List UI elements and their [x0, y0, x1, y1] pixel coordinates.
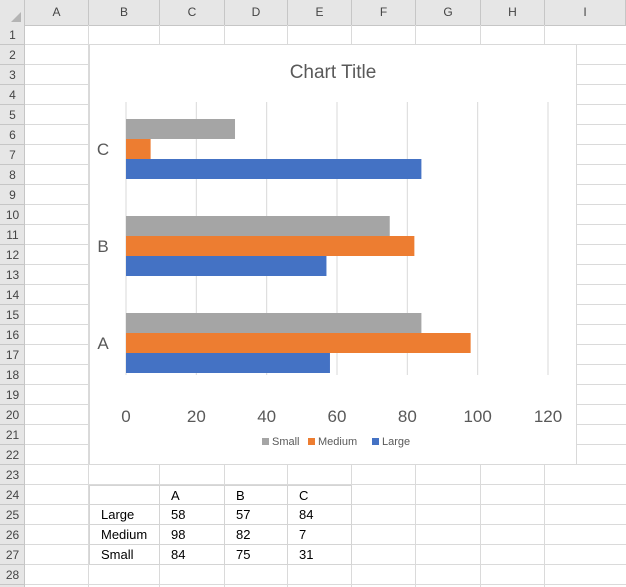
bar-large-c: [126, 159, 422, 179]
table-cell[interactable]: Large: [89, 505, 160, 525]
x-tick-label: 0: [121, 407, 130, 426]
row-header-5[interactable]: 5: [0, 105, 25, 125]
table-cell[interactable]: 75: [225, 545, 288, 565]
row-header-15[interactable]: 15: [0, 305, 25, 325]
row-header-11[interactable]: 11: [0, 225, 25, 245]
table-header-cell[interactable]: [89, 485, 160, 505]
x-tick-label: 20: [187, 407, 206, 426]
row-header-9[interactable]: 9: [0, 185, 25, 205]
row-header-22[interactable]: 22: [0, 445, 25, 465]
row-header-21[interactable]: 21: [0, 425, 25, 445]
row-header-19[interactable]: 19: [0, 385, 25, 405]
column-header-e[interactable]: E: [288, 0, 352, 25]
row-header-3[interactable]: 3: [0, 65, 25, 85]
bar-large-a: [126, 353, 330, 373]
category-label: A: [97, 334, 109, 353]
category-label: B: [97, 237, 108, 256]
table-cell[interactable]: 82: [225, 525, 288, 545]
row-header-6[interactable]: 6: [0, 125, 25, 145]
bar-medium-a: [126, 333, 471, 353]
column-header-b[interactable]: B: [89, 0, 160, 25]
table-cell[interactable]: 7: [288, 525, 352, 545]
column-header-f[interactable]: F: [352, 0, 416, 25]
column-header-g[interactable]: G: [416, 0, 481, 25]
table-header-cell[interactable]: A: [160, 485, 225, 505]
select-all-button[interactable]: [0, 0, 25, 25]
row-headers: 1 2 3 4 5 6 7 8 9 10 11 12 13 14 15 16 17 18 19 20 21 22 23 24 2…: [0, 25, 25, 587]
row-header-17[interactable]: 17: [0, 345, 25, 365]
row-header-12[interactable]: 12: [0, 245, 25, 265]
row-header-10[interactable]: 10: [0, 205, 25, 225]
bar-medium-b: [126, 236, 415, 256]
legend-label-medium: Medium: [318, 436, 357, 448]
column-header-d[interactable]: D: [225, 0, 288, 25]
row-header-8[interactable]: 8: [0, 165, 25, 185]
column-header-h[interactable]: H: [481, 0, 545, 25]
bar-chart: Chart Title 0 20 40 60 80 100 120 A B C Small Mediu…: [97, 62, 562, 448]
select-all-icon: [11, 12, 21, 22]
bar-small-c: [126, 119, 236, 139]
row-header-18[interactable]: 18: [0, 365, 25, 385]
x-tick-label: 100: [463, 407, 491, 426]
x-tick-label: 60: [328, 407, 347, 426]
chart[interactable]: Chart Title 0 20 40 60 80 100 120 A B C Small Mediu…: [89, 44, 577, 465]
row-header-2[interactable]: 2: [0, 45, 25, 65]
row-header-26[interactable]: 26: [0, 525, 25, 545]
table-cell[interactable]: 84: [288, 505, 352, 525]
table-cell[interactable]: 57: [225, 505, 288, 525]
row-header-7[interactable]: 7: [0, 145, 25, 165]
row-header-24[interactable]: 24: [0, 485, 25, 505]
legend-marker-small: [262, 438, 269, 445]
bar-large-b: [126, 256, 327, 276]
row-header-4[interactable]: 4: [0, 85, 25, 105]
bar-medium-c: [126, 139, 151, 159]
column-header-i[interactable]: I: [545, 0, 626, 25]
x-tick-label: 40: [257, 407, 276, 426]
column-header-c[interactable]: C: [160, 0, 225, 25]
row-header-28[interactable]: 28: [0, 565, 25, 585]
legend-label-large: Large: [382, 436, 410, 448]
table-header-cell[interactable]: B: [225, 485, 288, 505]
bar-small-a: [126, 313, 422, 333]
bar-small-b: [126, 216, 390, 236]
table-cell[interactable]: 84: [160, 545, 225, 565]
row-header-25[interactable]: 25: [0, 505, 25, 525]
x-tick-label: 120: [534, 407, 562, 426]
table-header-cell[interactable]: C: [288, 485, 352, 505]
table-cell[interactable]: 58: [160, 505, 225, 525]
row-header-13[interactable]: 13: [0, 265, 25, 285]
row-header-14[interactable]: 14: [0, 285, 25, 305]
table-cell[interactable]: 31: [288, 545, 352, 565]
table-cell[interactable]: Small: [89, 545, 160, 565]
column-headers: ABCDEFGHI: [0, 0, 626, 26]
row-header-27[interactable]: 27: [0, 545, 25, 565]
chart-title[interactable]: Chart Title: [290, 62, 377, 83]
category-label: C: [97, 140, 109, 159]
row-header-1[interactable]: 1: [0, 25, 25, 45]
row-header-23[interactable]: 23: [0, 465, 25, 485]
table-cell[interactable]: Medium: [89, 525, 160, 545]
legend-label-small: Small: [272, 436, 300, 448]
table-cell[interactable]: 98: [160, 525, 225, 545]
row-header-16[interactable]: 16: [0, 325, 25, 345]
x-tick-label: 80: [398, 407, 417, 426]
row-header-20[interactable]: 20: [0, 405, 25, 425]
legend-marker-large: [372, 438, 379, 445]
legend-marker-medium: [308, 438, 315, 445]
column-header-a[interactable]: A: [25, 0, 89, 25]
